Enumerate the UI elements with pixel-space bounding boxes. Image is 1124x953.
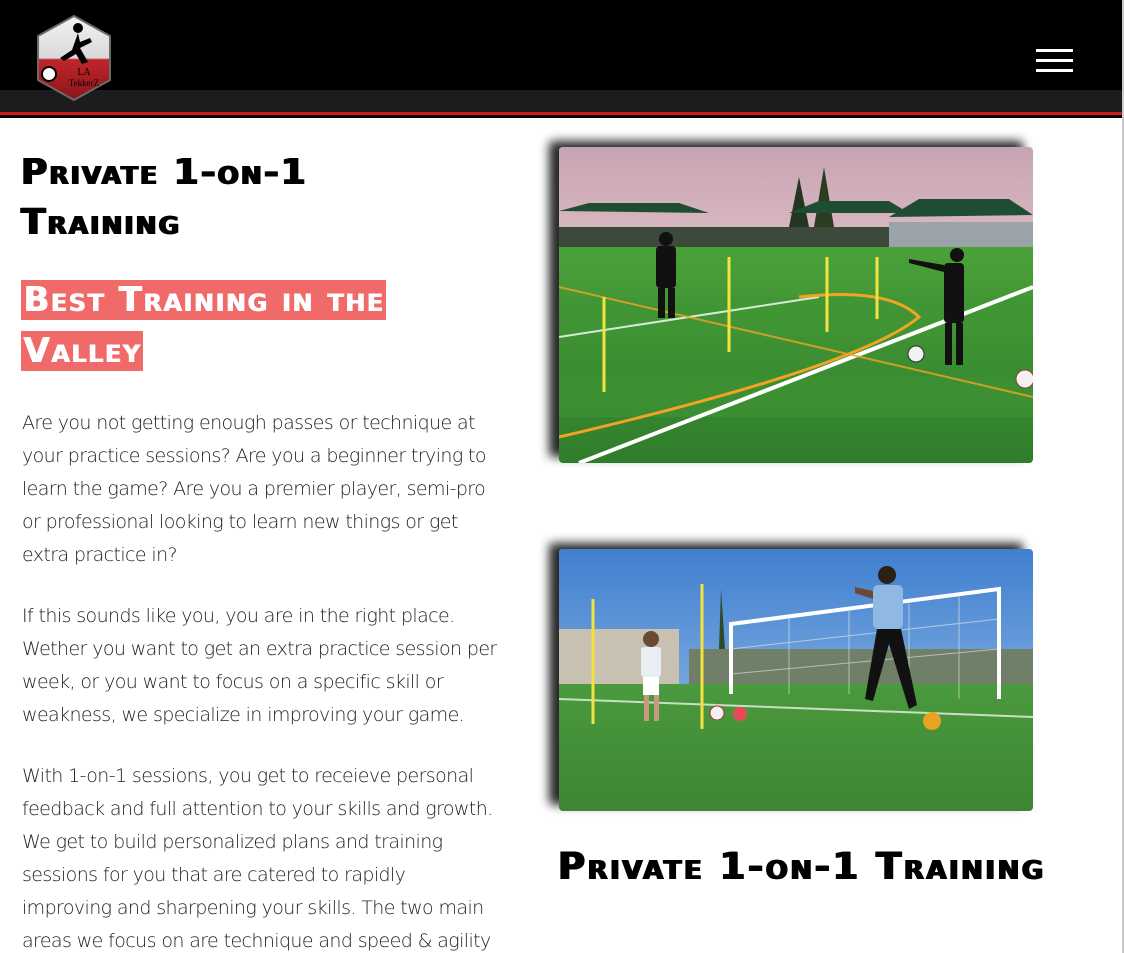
- site-logo[interactable]: LA TekkerZ: [34, 14, 114, 102]
- goal-practice-photo: [559, 549, 1033, 811]
- hamburger-menu-icon: [1036, 49, 1073, 52]
- menu-button[interactable]: [1030, 44, 1076, 76]
- sessions-paragraph: With 1-on-1 sessions, you get to receiev…: [22, 765, 493, 952]
- logo-text-tekkerz: TekkerZ: [69, 78, 99, 88]
- fit-paragraph: If this sounds like you, you are in the …: [22, 605, 497, 726]
- training-field-photo: [559, 147, 1033, 463]
- hamburger-menu-icon-line: [1036, 59, 1073, 62]
- highlight-heading: Best Training in the Valley: [21, 275, 461, 377]
- intro-paragraph: Are you not getting enough passes or tec…: [22, 412, 487, 566]
- logo-badge-icon: LA TekkerZ: [37, 14, 111, 102]
- header-accent-line: [0, 112, 1124, 115]
- header-band: [0, 90, 1124, 112]
- section-title: Private 1-on-1 Training: [558, 845, 1046, 888]
- goal-practice-image: [559, 549, 1033, 811]
- logo-text-la: LA: [77, 67, 91, 78]
- hamburger-menu-icon-line: [1036, 69, 1073, 72]
- page-title: Private 1-on-1 Training: [21, 152, 308, 243]
- training-field-image: [559, 147, 1033, 463]
- highlight-text: Best Training in the Valley: [21, 280, 387, 371]
- site-header: LA TekkerZ: [0, 0, 1124, 118]
